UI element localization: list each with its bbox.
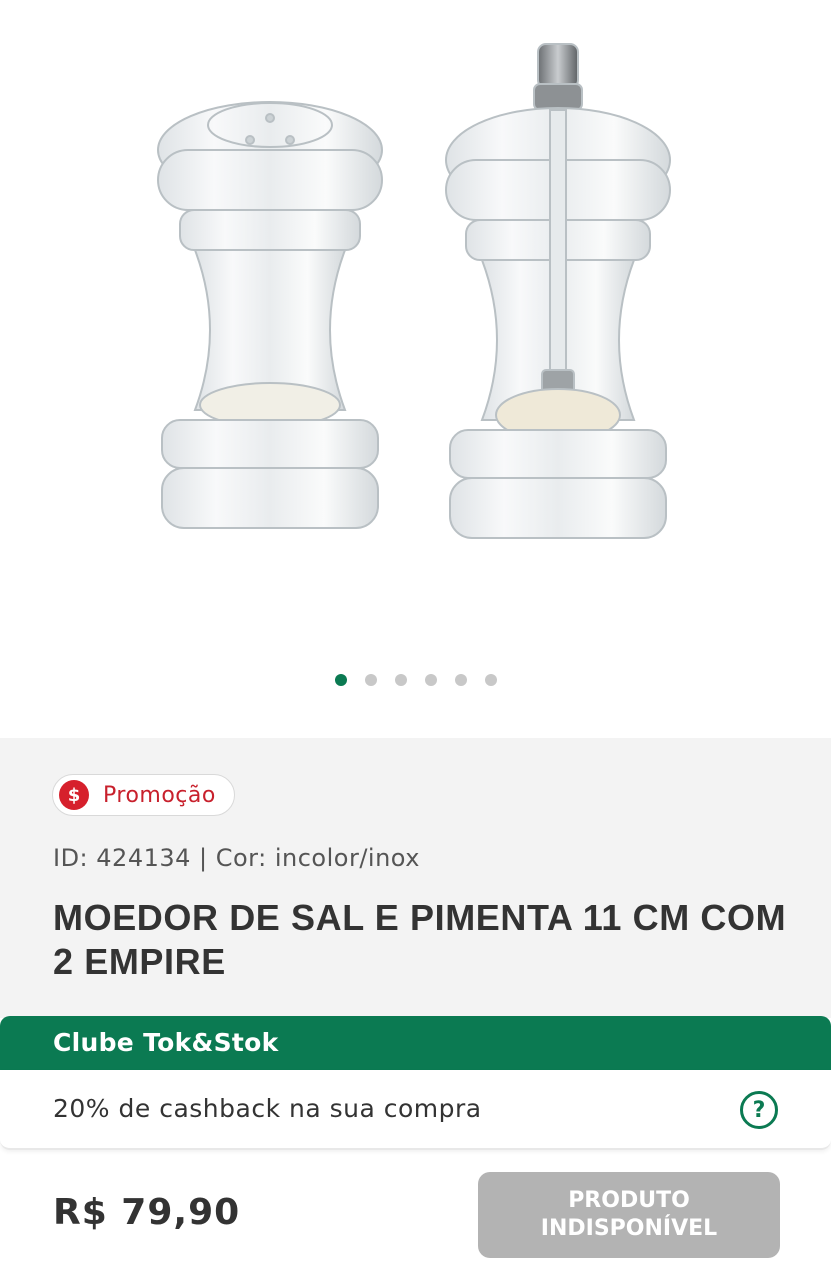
product-gallery[interactable] bbox=[0, 0, 831, 738]
carousel-dot-6[interactable] bbox=[484, 674, 497, 686]
product-info: $ Promoção ID: 424134 | Cor: incolor/ino… bbox=[0, 738, 831, 1018]
promo-label: Promoção bbox=[103, 782, 216, 808]
product-meta: ID: 424134 | Cor: incolor/inox bbox=[53, 844, 420, 872]
club-title: Clube Tok&Stok bbox=[0, 1016, 831, 1070]
club-cashback-panel: 20% de cashback na sua compra ? bbox=[0, 1070, 831, 1150]
carousel-dot-1[interactable] bbox=[334, 674, 347, 686]
cashback-text: 20% de cashback na sua compra bbox=[53, 1094, 482, 1123]
carousel-dot-5[interactable] bbox=[454, 674, 467, 686]
salt-shaker bbox=[157, 101, 383, 529]
product-title: MOEDOR DE SAL E PIMENTA 11 CM COM 2 EMPI… bbox=[53, 897, 787, 982]
carousel-dots bbox=[0, 674, 831, 686]
unavailable-button[interactable]: PRODUTO INDISPONÍVEL bbox=[478, 1172, 780, 1258]
question-circle-icon[interactable]: ? bbox=[740, 1091, 778, 1129]
carousel-dot-4[interactable] bbox=[424, 674, 437, 686]
promo-badge: $ Promoção bbox=[52, 774, 235, 816]
product-price: R$ 79,90 bbox=[53, 1192, 241, 1233]
carousel-dot-3[interactable] bbox=[394, 674, 407, 686]
carousel-dot-2[interactable] bbox=[364, 674, 377, 686]
dollar-sign-icon: $ bbox=[59, 780, 89, 810]
pepper-grinder bbox=[445, 43, 671, 539]
product-image[interactable] bbox=[140, 30, 700, 590]
